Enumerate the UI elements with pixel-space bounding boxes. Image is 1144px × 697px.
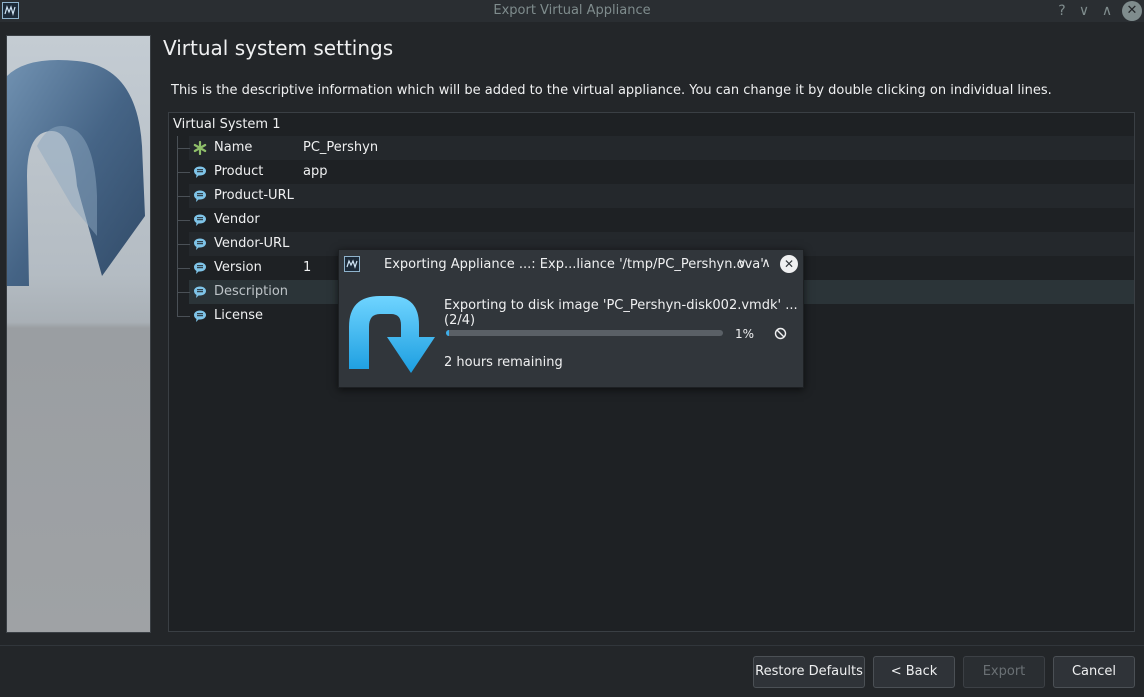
comment-icon bbox=[194, 286, 206, 298]
tree-row-product[interactable]: Product app bbox=[177, 160, 1134, 184]
tree-branch-line bbox=[177, 184, 191, 208]
dialog-titlebar: Exporting Appliance ...: Exp...liance '/… bbox=[339, 250, 803, 278]
tree-row-key: Product bbox=[214, 164, 264, 179]
back-button[interactable]: < Back bbox=[873, 656, 955, 688]
progress-percent: 1% bbox=[735, 327, 755, 341]
export-button[interactable]: Export bbox=[963, 656, 1045, 688]
tree-branch-line bbox=[177, 232, 191, 256]
tree-row-key: Version bbox=[214, 260, 262, 275]
tree-branch-line bbox=[177, 208, 191, 232]
virtualbox-app-icon bbox=[344, 256, 360, 272]
wizard-side-image bbox=[6, 35, 151, 633]
maximize-button[interactable]: ∧ bbox=[1097, 1, 1117, 21]
comment-icon bbox=[194, 190, 206, 202]
tree-row-value[interactable]: app bbox=[303, 164, 327, 179]
tree-row-value[interactable]: PC_Pershyn bbox=[303, 140, 378, 155]
dialog-title: Exporting Appliance ...: Exp...liance '/… bbox=[384, 257, 764, 272]
cancel-operation-icon[interactable] bbox=[774, 327, 787, 340]
progress-bar-fill bbox=[446, 330, 449, 336]
tree-root-virtual-system[interactable]: Virtual System 1 bbox=[173, 117, 281, 132]
tree-branch-line bbox=[177, 160, 191, 184]
tree-row-product-url[interactable]: Product-URL bbox=[177, 184, 1134, 208]
tree-row-key: Name bbox=[214, 140, 253, 155]
restore-defaults-button[interactable]: Restore Defaults bbox=[753, 656, 865, 688]
tree-branch-line bbox=[177, 280, 191, 304]
export-progress-dialog: Exporting Appliance ...: Exp...liance '/… bbox=[338, 249, 804, 388]
tree-branch-line bbox=[177, 136, 191, 160]
page-description: This is the descriptive information whic… bbox=[171, 83, 1052, 98]
dialog-maximize-button[interactable]: ∧ bbox=[757, 255, 775, 273]
comment-icon bbox=[194, 262, 206, 274]
help-button[interactable]: ? bbox=[1052, 1, 1072, 21]
export-progress-bar bbox=[446, 330, 723, 336]
page-title: Virtual system settings bbox=[163, 36, 394, 60]
tree-row-vendor[interactable]: Vendor bbox=[177, 208, 1134, 232]
cancel-button[interactable]: Cancel bbox=[1053, 656, 1135, 688]
comment-icon bbox=[194, 166, 206, 178]
tree-row-key: Product-URL bbox=[214, 188, 294, 203]
tree-row-key: License bbox=[214, 308, 264, 323]
time-remaining-text: 2 hours remaining bbox=[444, 355, 563, 370]
export-arrow-icon bbox=[349, 296, 435, 373]
progress-operation-text: Exporting to disk image 'PC_Pershyn-disk… bbox=[444, 298, 798, 328]
tree-row-key: Description bbox=[214, 284, 289, 299]
close-button[interactable]: ✕ bbox=[1122, 1, 1142, 21]
tree-branch-line bbox=[177, 304, 191, 317]
minimize-button[interactable]: ∨ bbox=[1074, 1, 1094, 21]
tree-row-value[interactable]: 1 bbox=[303, 260, 311, 275]
tree-branch-line bbox=[177, 256, 191, 280]
comment-icon bbox=[194, 214, 206, 226]
window-title: Export Virtual Appliance bbox=[493, 3, 651, 18]
tree-row-key: Vendor bbox=[214, 212, 260, 227]
dialog-close-button[interactable]: ✕ bbox=[780, 255, 798, 273]
export-arrow-graphic bbox=[7, 60, 145, 286]
comment-icon bbox=[194, 310, 206, 322]
asterisk-icon bbox=[193, 141, 207, 155]
dialog-minimize-button[interactable]: ∨ bbox=[733, 255, 751, 273]
comment-icon bbox=[194, 238, 206, 250]
tree-row-name[interactable]: Name PC_Pershyn bbox=[177, 136, 1134, 160]
footer-separator bbox=[0, 645, 1144, 646]
tree-row-key: Vendor-URL bbox=[214, 236, 290, 251]
window-titlebar: Export Virtual Appliance ? ∨ ∧ ✕ bbox=[0, 0, 1144, 22]
